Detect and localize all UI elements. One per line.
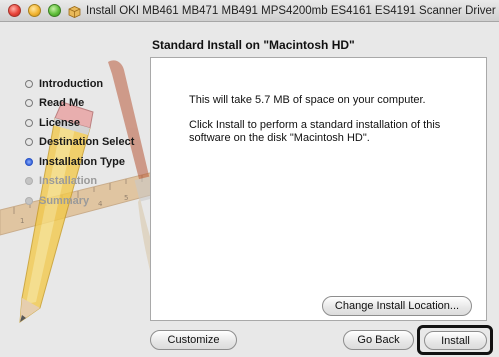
- ruler-label: 1: [20, 217, 24, 225]
- close-window-button[interactable]: [8, 4, 21, 17]
- step-label: Read Me: [39, 97, 85, 110]
- step-introduction: Introduction: [25, 74, 134, 94]
- install-button[interactable]: Install: [424, 331, 487, 350]
- package-icon: [68, 5, 81, 18]
- title-bar: Install OKI MB461 MB471 MB491 MPS4200mb …: [0, 0, 499, 22]
- window-title: Install OKI MB461 MB471 MB491 MPS4200mb …: [86, 5, 496, 17]
- window-title-wrap: Install OKI MB461 MB471 MB491 MPS4200mb …: [68, 3, 496, 19]
- step-label: Introduction: [39, 77, 104, 90]
- step-license: License: [25, 113, 134, 133]
- change-install-location-button[interactable]: Change Install Location...: [322, 296, 472, 316]
- step-summary: Summary: [25, 191, 134, 211]
- page-heading: Standard Install on "Macintosh HD": [152, 38, 355, 52]
- step-list: Introduction Read Me License Destination…: [25, 74, 134, 211]
- step-installation-type: Installation Type: [25, 152, 134, 172]
- install-description-text: Click Install to perform a standard inst…: [189, 119, 441, 144]
- step-bullet-icon: [25, 99, 33, 108]
- step-bullet-icon: [25, 138, 33, 147]
- step-label: Installation: [39, 175, 98, 188]
- step-label: License: [39, 116, 80, 129]
- step-installation: Installation: [25, 172, 134, 192]
- step-destination-select: Destination Select: [25, 133, 134, 153]
- step-label: Summary: [39, 194, 90, 207]
- zoom-window-button[interactable]: [48, 4, 61, 17]
- minimize-window-button[interactable]: [28, 4, 41, 17]
- content-panel: This will take 5.7 MB of space on your c…: [150, 57, 487, 321]
- step-bullet-icon: [25, 177, 33, 186]
- space-required-text: This will take 5.7 MB of space on your c…: [189, 94, 426, 106]
- step-read-me: Read Me: [25, 94, 134, 114]
- step-bullet-current-icon: [25, 157, 33, 166]
- step-bullet-icon: [25, 118, 33, 127]
- customize-button[interactable]: Customize: [150, 330, 237, 350]
- step-label: Destination Select: [39, 136, 135, 149]
- step-label: Installation Type: [39, 155, 125, 168]
- step-bullet-icon: [25, 79, 33, 88]
- step-bullet-icon: [25, 196, 33, 205]
- go-back-button[interactable]: Go Back: [343, 330, 414, 350]
